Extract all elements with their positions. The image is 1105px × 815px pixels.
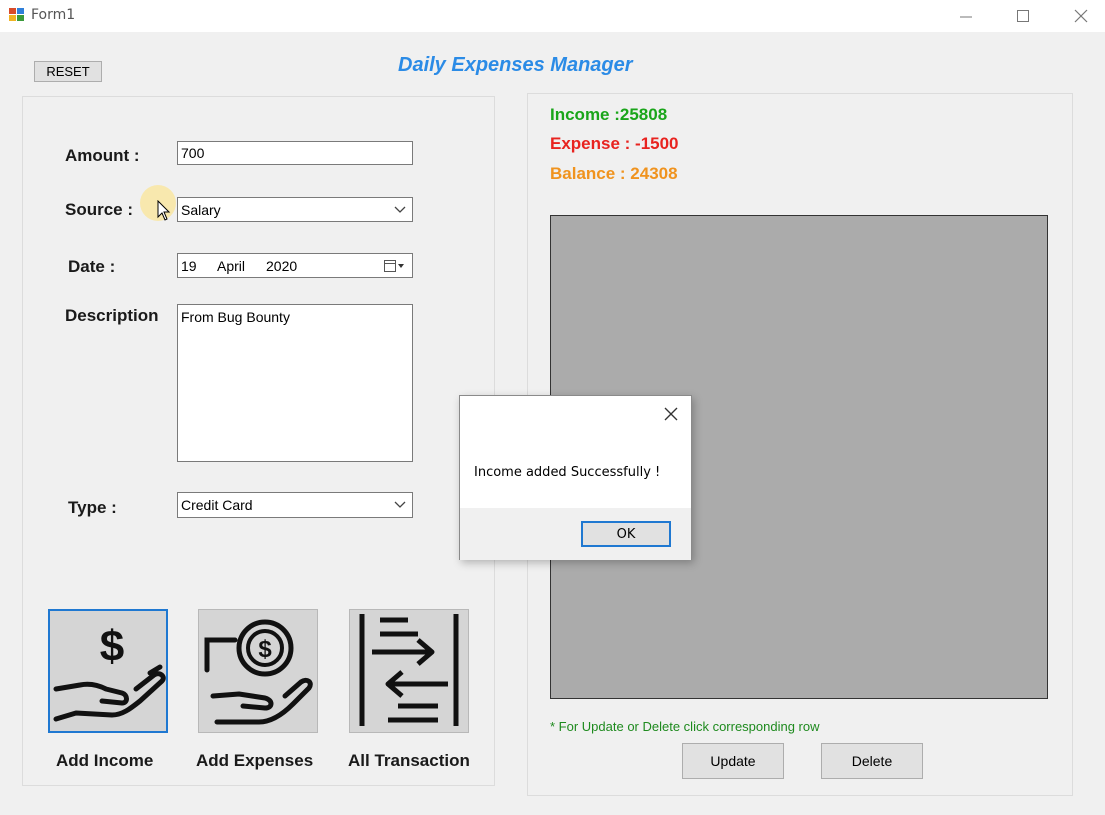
cursor-icon xyxy=(157,200,171,221)
chevron-down-icon xyxy=(394,206,406,213)
description-textarea[interactable]: From Bug Bounty xyxy=(177,304,413,462)
ok-button[interactable]: OK xyxy=(581,521,671,547)
app-title: Daily Expenses Manager xyxy=(398,54,633,76)
close-icon xyxy=(1074,9,1088,23)
grid-hint: * For Update or Delete click correspondi… xyxy=(550,719,820,734)
amount-input[interactable]: 700 xyxy=(177,141,413,165)
dialog-footer: OK xyxy=(460,508,691,560)
expense-total: Expense : -1500 xyxy=(550,134,679,153)
calendar-icon[interactable] xyxy=(384,259,406,273)
all-transaction-label: All Transaction xyxy=(348,751,470,770)
app-icon xyxy=(9,8,25,22)
add-expenses-label: Add Expenses xyxy=(196,751,314,770)
close-icon[interactable] xyxy=(663,406,679,422)
date-month: April xyxy=(217,258,246,274)
balance-total: Balance : 24308 xyxy=(550,164,678,183)
svg-text:$: $ xyxy=(100,622,124,671)
minimize-button[interactable] xyxy=(943,0,989,32)
title-bar: Form1 xyxy=(0,0,1105,32)
maximize-button[interactable] xyxy=(1000,0,1046,32)
maximize-icon xyxy=(1017,10,1029,22)
coin-hand-icon: $ xyxy=(204,619,313,725)
svg-text:$: $ xyxy=(258,636,272,663)
window-title: Form1 xyxy=(31,7,76,23)
date-label: Date : xyxy=(68,257,116,276)
type-select[interactable]: Credit Card xyxy=(177,492,413,518)
all-transaction-button[interactable] xyxy=(349,609,469,733)
date-year: 2020 xyxy=(266,258,298,274)
dollar-hand-icon: $ xyxy=(53,622,166,722)
dialog-message: Income added Successfully ! xyxy=(474,465,661,480)
reset-button[interactable]: RESET xyxy=(34,61,102,82)
amount-label: Amount : xyxy=(65,146,140,165)
message-dialog: Income added Successfully ! OK xyxy=(459,395,692,560)
delete-button[interactable]: Delete xyxy=(821,743,923,779)
type-value: Credit Card xyxy=(181,497,253,513)
source-value: Salary xyxy=(181,201,221,218)
income-total: Income :25808 xyxy=(550,105,668,124)
source-select[interactable]: Salary xyxy=(177,197,413,222)
description-label: Description xyxy=(65,306,159,325)
minimize-icon xyxy=(960,16,972,18)
transfer-arrows-icon xyxy=(359,614,459,726)
add-expenses-button[interactable]: $ xyxy=(198,609,318,733)
date-picker[interactable]: 19 April 2020 xyxy=(177,253,413,278)
chevron-down-icon xyxy=(394,501,406,508)
date-day: 19 xyxy=(181,258,197,274)
source-label: Source : xyxy=(65,200,134,219)
add-income-button[interactable]: $ xyxy=(48,609,168,733)
update-button[interactable]: Update xyxy=(682,743,784,779)
close-button[interactable] xyxy=(1058,0,1104,32)
add-income-label: Add Income xyxy=(56,751,154,770)
type-label: Type : xyxy=(68,498,117,517)
